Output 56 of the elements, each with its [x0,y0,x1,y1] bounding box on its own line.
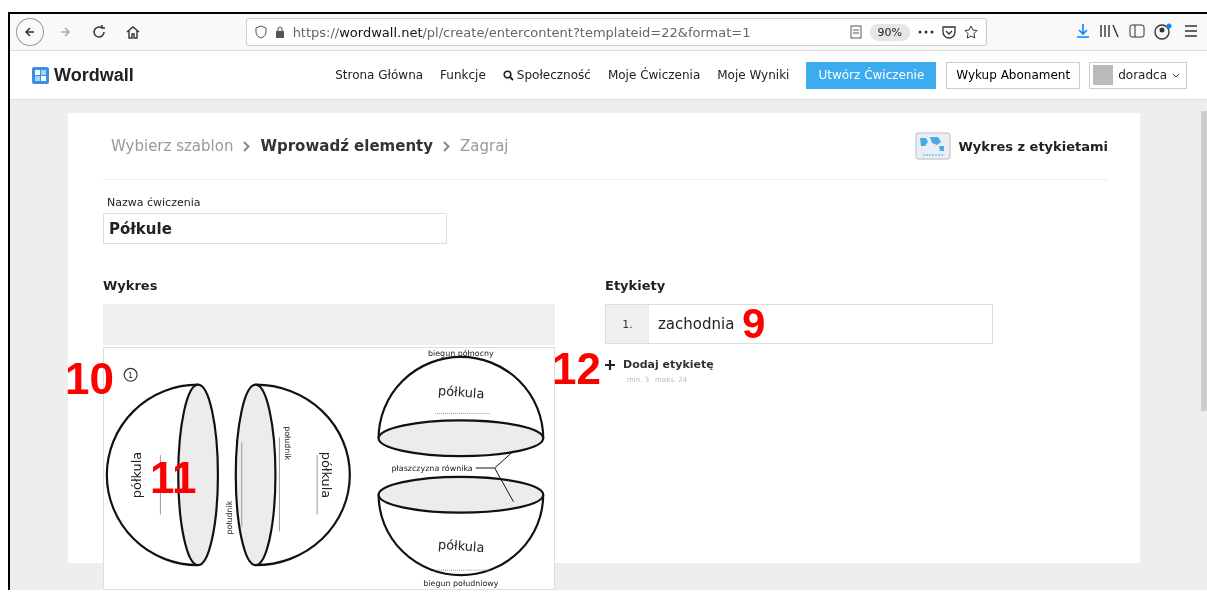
marker-badge[interactable]: 1 [123,367,138,382]
label-number: 1. [606,305,649,343]
map-icon [914,132,951,160]
more-icon[interactable] [918,30,934,34]
plus-icon [605,359,615,370]
reader-view-icon [849,25,862,39]
marker-number: 1 [128,370,134,380]
chevron-right-icon [243,140,251,152]
lock-icon [274,26,285,38]
name-input[interactable]: Półkule [103,213,447,244]
user-name: doradca [1118,68,1167,82]
nav-link[interactable]: Strona Główna [335,68,424,82]
subscribe-button[interactable]: Wykup Abonament [946,61,1081,89]
diagram-label: biegun północny [428,348,494,358]
reload-icon [90,24,107,40]
logo-text: Wordwall [54,64,134,86]
user-menu[interactable]: doradca [1089,61,1187,89]
logo[interactable]: Wordwall [32,64,134,86]
library-icon[interactable] [1099,23,1121,39]
search-icon [502,69,514,81]
address-bar[interactable]: https://wordwall.net/pl/create/entercontent?templateid=22&format=1 90% [245,18,987,46]
account-icon[interactable] [1153,23,1173,41]
template-name: Wykres z etykietami [958,138,1108,154]
diagram-label: południk [224,500,234,535]
pocket-icon[interactable] [942,25,956,39]
section-heading: Etykiety [605,278,667,293]
diagram-label: półkula [437,536,485,555]
diagram-label: biegun południowy [423,579,499,588]
star-icon[interactable] [964,25,978,39]
section-heading: Wykres [103,278,159,293]
chevron-right-icon [443,140,450,152]
nav-link[interactable]: Społeczność [502,68,591,82]
annotation-number: 9 [742,303,766,341]
breadcrumb-step[interactable]: Wprowadź elementy [260,137,433,155]
nav-link[interactable]: Funkcje [440,68,486,82]
diagram-label: półkula [128,451,144,499]
avatar-placeholder [1093,65,1114,85]
url-text: https://wordwall.net/pl/create/entercontent?templateid=22&format=1 [292,24,752,40]
scrollbar[interactable] [1201,111,1207,411]
annotation-number: 10 [65,357,114,401]
nav-link[interactable]: Moje Wyniki [717,68,790,82]
nav-link[interactable]: Moje Ćwiczenia [607,68,701,82]
diagram-label: półkula [437,383,485,402]
add-label-button[interactable]: Dodaj etykietę [605,358,714,371]
logo-icon [32,66,49,84]
chevron-icon [1172,72,1180,78]
zoom-level[interactable]: 90% [869,23,910,41]
download-icon[interactable] [1075,23,1091,39]
shield-icon [254,25,267,39]
diagram-label: płaszczyzna równika [391,464,473,473]
field-label: Nazwa ćwiczenia [107,196,202,209]
diagram-label: półkula [319,451,335,499]
annotation-number: 12 [552,347,601,391]
home-icon [124,24,141,40]
sidebar-icon[interactable] [1129,23,1145,39]
diagram-label: południk [283,426,293,461]
